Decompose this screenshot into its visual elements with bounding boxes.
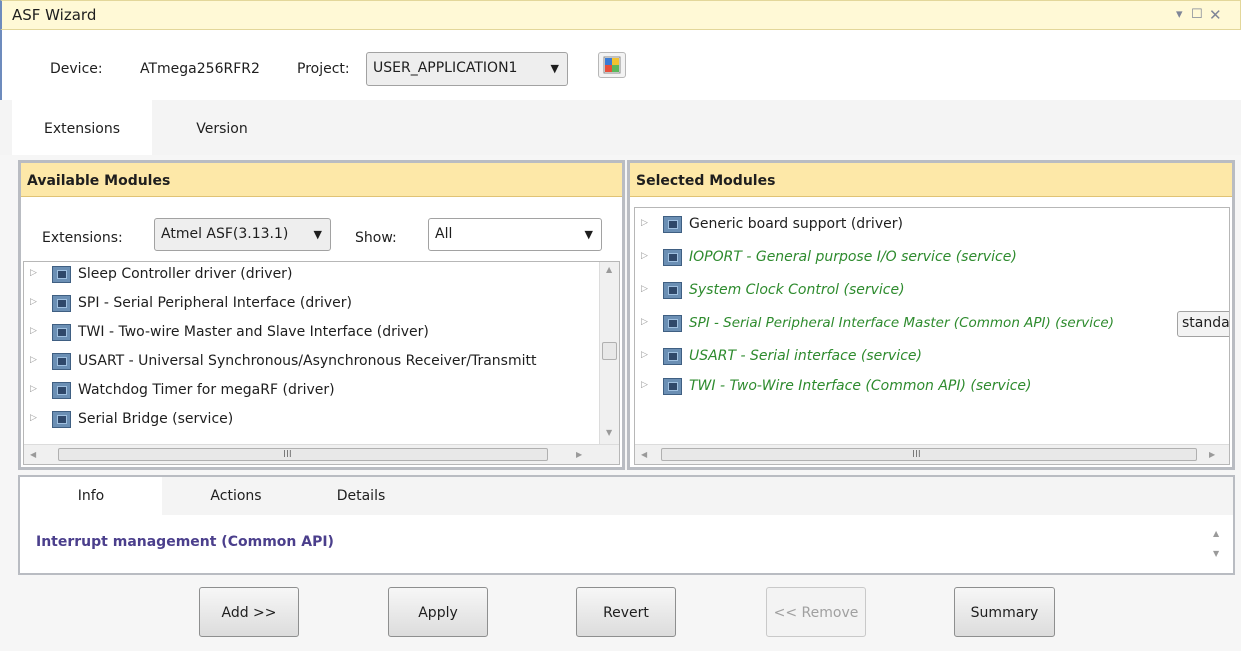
module-icon [663, 216, 682, 233]
device-value: ATmega256RFR2 [140, 61, 260, 77]
expand-arrow-icon[interactable]: ▷ [30, 355, 37, 365]
scrollbar-thumb[interactable]: III [661, 448, 1197, 461]
extensions-select-value: Atmel ASF(3.13.1) [161, 226, 289, 242]
expand-arrow-icon[interactable]: ▷ [641, 317, 648, 327]
dropdown-icon[interactable]: ▾ [1176, 7, 1183, 23]
grid-config-icon [603, 56, 621, 74]
close-icon[interactable]: ✕ [1209, 7, 1222, 23]
remove-button[interactable]: << Remove [766, 587, 866, 637]
tab-version[interactable]: Version [152, 100, 292, 155]
chevron-down-icon: ▼ [550, 62, 559, 75]
chevron-down-icon: ▼ [584, 228, 593, 241]
list-item[interactable]: ▷ USART - Serial interface (service) [635, 344, 1229, 370]
module-icon [52, 382, 71, 399]
info-panel: Info Actions Details Interrupt managemen… [18, 475, 1235, 575]
list-item[interactable]: ▷ TWI - Two-Wire Interface (Common API) (… [635, 374, 1229, 400]
module-icon [663, 315, 682, 332]
spi-driver-option-select[interactable]: standa [1177, 311, 1229, 337]
tab-details[interactable]: Details [306, 477, 416, 515]
extensions-select[interactable]: Atmel ASF(3.13.1) ▼ [154, 218, 331, 251]
project-label: Project: [297, 61, 350, 77]
list-item[interactable]: ▷ Sleep Controller driver (driver) [24, 262, 599, 288]
list-item[interactable]: ▷ TWI - Two-wire Master and Slave Interfa… [24, 320, 599, 346]
add-button[interactable]: Add >> [199, 587, 299, 637]
maximize-icon[interactable]: ☐ [1191, 7, 1203, 23]
window-title: ASF Wizard [12, 6, 97, 24]
module-icon [52, 411, 71, 428]
configure-project-button[interactable] [598, 52, 626, 78]
list-item[interactable]: ▷ SPI - Serial Peripheral Interface (driv… [24, 291, 599, 317]
info-description: Interrupt management (Common API) [36, 534, 334, 550]
selected-modules-header: Selected Modules [630, 163, 1232, 197]
module-icon [52, 324, 71, 341]
asf-wizard-window: ASF Wizard ▾ ☐ ✕ Device: ATmega256RFR2 P… [0, 0, 1241, 651]
expand-arrow-icon[interactable]: ▷ [30, 413, 37, 423]
scrollbar-grip: III [283, 449, 292, 460]
scroll-right-icon[interactable]: ▶ [576, 450, 582, 459]
device-toolbar: Device: ATmega256RFR2 Project: USER_APPL… [0, 30, 1241, 100]
show-select[interactable]: All ▼ [428, 218, 602, 251]
info-scrollbar[interactable]: ▲ ▼ [1207, 525, 1227, 569]
expand-arrow-icon[interactable]: ▷ [30, 268, 37, 278]
tab-extensions[interactable]: Extensions [12, 100, 152, 155]
list-item[interactable]: ▷ IOPORT - General purpose I/O service (s… [635, 245, 1229, 271]
horizontal-scrollbar[interactable]: ◀ III ▶ [24, 444, 619, 464]
title-bar: ASF Wizard ▾ ☐ ✕ [0, 0, 1241, 30]
tab-info[interactable]: Info [20, 477, 162, 515]
show-label: Show: [355, 230, 397, 246]
horizontal-scrollbar[interactable]: ◀ III ▶ [635, 444, 1229, 464]
module-icon [663, 378, 682, 395]
list-item[interactable]: ▷ Serial Bridge (service) [24, 407, 599, 433]
scroll-up-icon[interactable]: ▲ [606, 265, 612, 274]
scrollbar-thumb[interactable] [602, 342, 617, 360]
list-item[interactable]: ▷ USART - Universal Synchronous/Asynchron… [24, 349, 599, 375]
summary-button[interactable]: Summary [954, 587, 1055, 637]
top-tab-strip: Extensions Version [0, 100, 1241, 155]
expand-arrow-icon[interactable]: ▷ [641, 380, 648, 390]
expand-arrow-icon[interactable]: ▷ [641, 350, 648, 360]
scroll-down-icon[interactable]: ▼ [1213, 549, 1219, 558]
module-icon [52, 266, 71, 283]
scroll-down-icon[interactable]: ▼ [606, 428, 612, 437]
selected-modules-panel: Selected Modules ▷ Generic board support … [627, 160, 1235, 470]
module-icon [52, 353, 71, 370]
module-icon [663, 282, 682, 299]
scroll-right-icon[interactable]: ▶ [1209, 450, 1215, 459]
selected-modules-list: ▷ Generic board support (driver) ▷ IOPORT … [634, 207, 1230, 465]
expand-arrow-icon[interactable]: ▷ [641, 284, 648, 294]
scroll-left-icon[interactable]: ◀ [641, 450, 647, 459]
expand-arrow-icon[interactable]: ▷ [30, 384, 37, 394]
chevron-down-icon: ▼ [313, 228, 322, 241]
expand-arrow-icon[interactable]: ▷ [641, 218, 648, 228]
info-tab-strip: Info Actions Details [20, 477, 1233, 515]
show-select-value: All [435, 226, 453, 242]
scroll-left-icon[interactable]: ◀ [30, 450, 36, 459]
vertical-scrollbar[interactable]: ▲ ▼ [599, 262, 619, 444]
scrollbar-thumb[interactable]: III [58, 448, 548, 461]
module-icon [663, 249, 682, 266]
list-item[interactable]: ▷ System Clock Control (service) [635, 278, 1229, 304]
available-modules-header: Available Modules [21, 163, 622, 197]
expand-arrow-icon[interactable]: ▷ [30, 297, 37, 307]
list-item[interactable]: ▷ Watchdog Timer for megaRF (driver) [24, 378, 599, 404]
project-select-value: USER_APPLICATION1 [373, 60, 518, 76]
extensions-label: Extensions: [42, 230, 123, 246]
list-item[interactable]: ▷ SPI - Serial Peripheral Interface Maste… [635, 311, 1229, 337]
expand-arrow-icon[interactable]: ▷ [641, 251, 648, 261]
apply-button[interactable]: Apply [388, 587, 488, 637]
tab-actions[interactable]: Actions [176, 477, 296, 515]
available-modules-panel: Available Modules Extensions: Atmel ASF(… [18, 160, 625, 470]
scrollbar-grip: III [912, 449, 921, 460]
list-item[interactable]: ▷ Generic board support (driver) [635, 212, 1229, 238]
module-icon [663, 348, 682, 365]
module-icon [52, 295, 71, 312]
expand-arrow-icon[interactable]: ▷ [30, 326, 37, 336]
device-label: Device: [50, 61, 103, 77]
available-modules-list: ▷ Sleep Controller driver (driver) ▷ SPI -… [23, 261, 620, 465]
scroll-up-icon[interactable]: ▲ [1213, 529, 1219, 538]
project-select[interactable]: USER_APPLICATION1 ▼ [366, 52, 568, 86]
revert-button[interactable]: Revert [576, 587, 676, 637]
